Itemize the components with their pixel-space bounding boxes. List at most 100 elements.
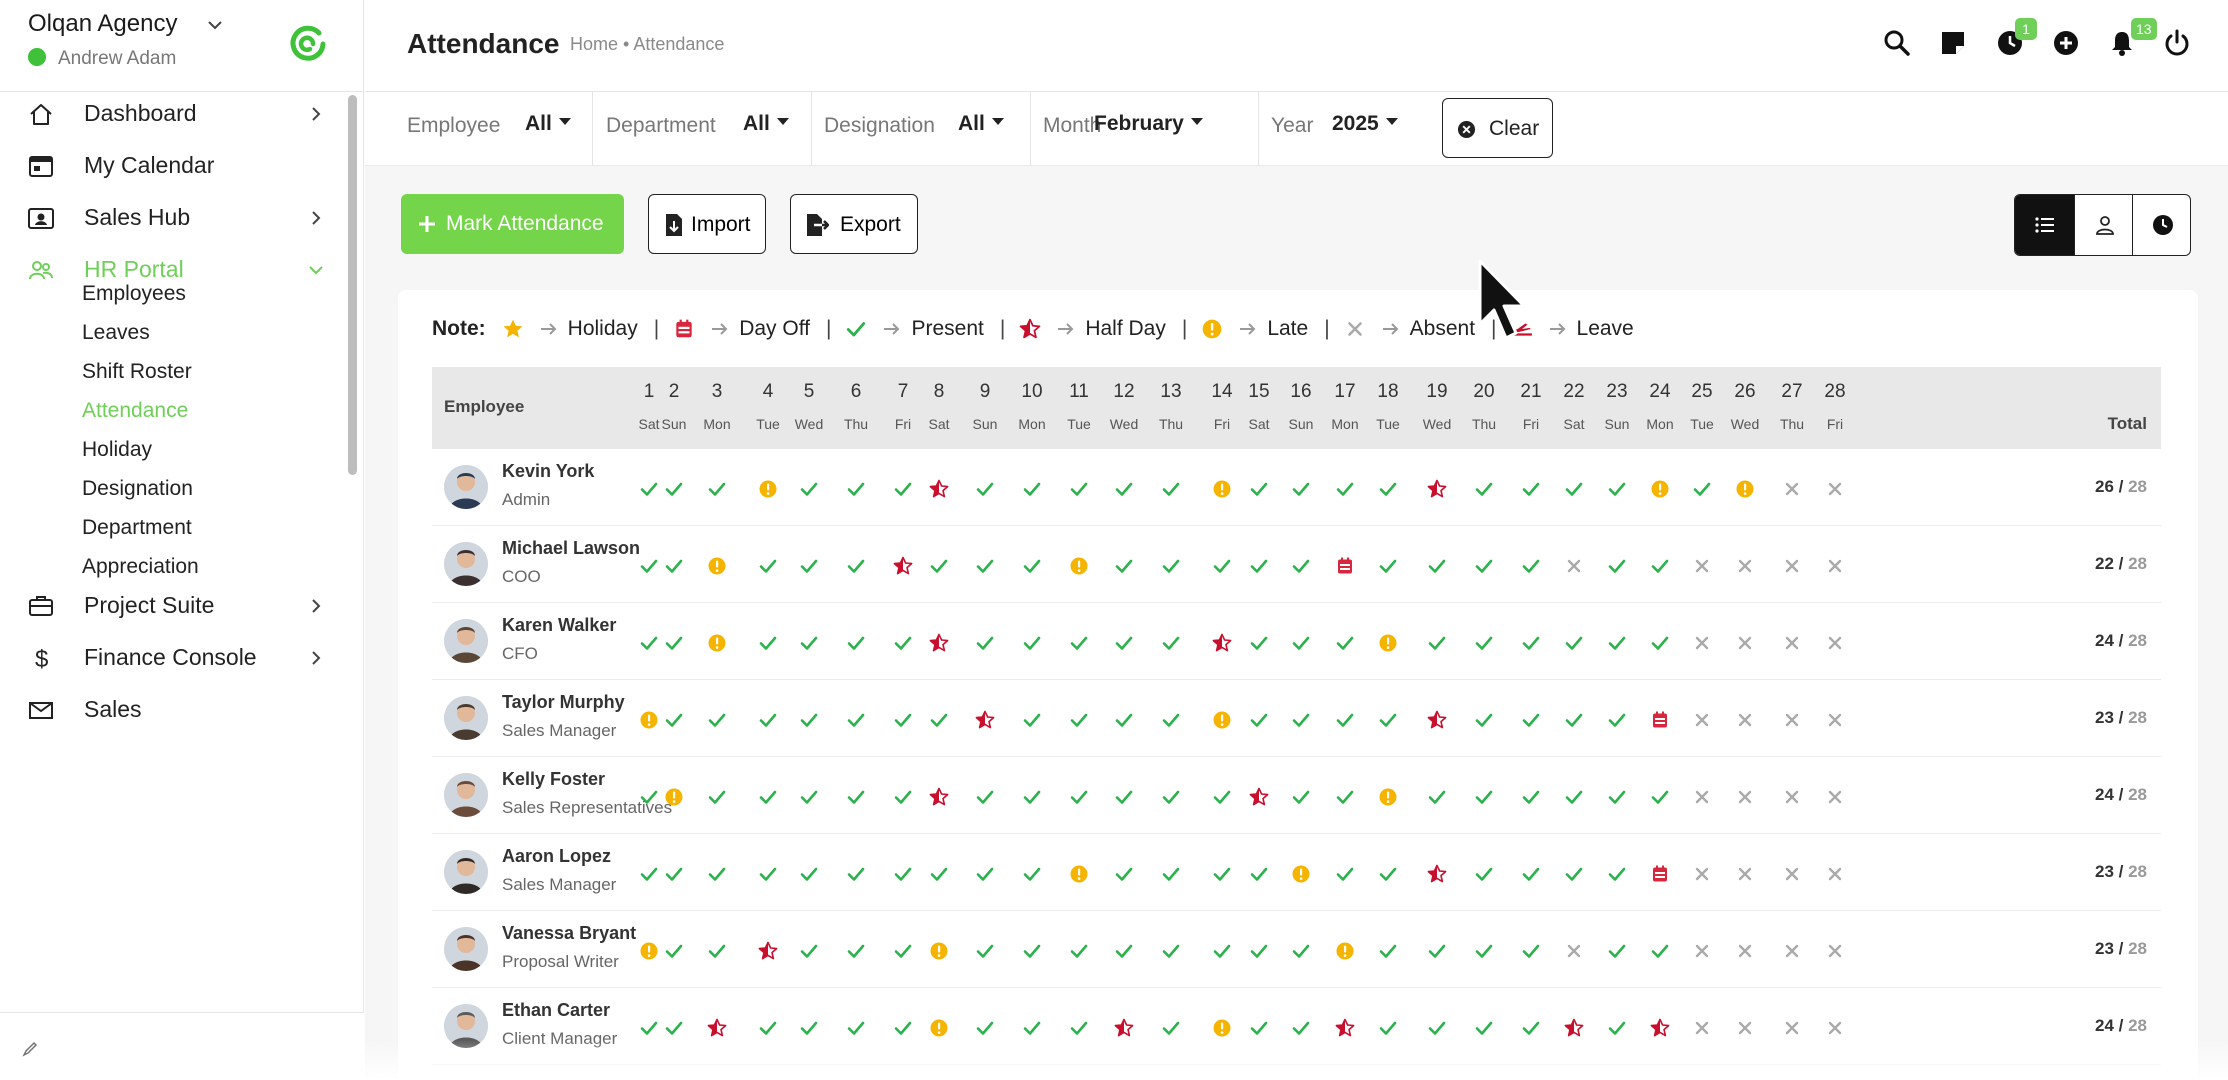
attendance-cell-present[interactable]: [1012, 554, 1052, 576]
attendance-cell-absent[interactable]: [1725, 554, 1765, 576]
attendance-cell-present[interactable]: [1511, 785, 1551, 807]
attendance-cell-present[interactable]: [1151, 477, 1191, 499]
attendance-cell-present[interactable]: [789, 554, 829, 576]
attendance-cell-present[interactable]: [1239, 631, 1279, 653]
attendance-cell-half-day[interactable]: [1417, 708, 1457, 730]
avatar[interactable]: [444, 542, 488, 586]
attendance-cell-absent[interactable]: [1772, 708, 1812, 730]
attendance-cell-half-day[interactable]: [919, 631, 959, 653]
attendance-cell-present[interactable]: [836, 785, 876, 807]
attendance-cell-half-day[interactable]: [697, 1016, 737, 1038]
attendance-cell-present[interactable]: [1059, 477, 1099, 499]
attendance-cell-absent[interactable]: [1682, 785, 1722, 807]
attendance-cell-present[interactable]: [1640, 554, 1680, 576]
designation-filter-value[interactable]: All: [958, 112, 1004, 136]
attendance-cell-absent[interactable]: [1725, 939, 1765, 961]
attendance-cell-present[interactable]: [1325, 631, 1365, 653]
attendance-cell-half-day[interactable]: [965, 708, 1005, 730]
attendance-cell-present[interactable]: [1325, 862, 1365, 884]
avatar[interactable]: [444, 465, 488, 509]
attendance-cell-present[interactable]: [965, 785, 1005, 807]
attendance-cell-present[interactable]: [1239, 708, 1279, 730]
attendance-cell-present[interactable]: [1464, 862, 1504, 884]
attendance-cell-late[interactable]: [1281, 862, 1321, 884]
attendance-cell-present[interactable]: [965, 1016, 1005, 1038]
attendance-cell-present[interactable]: [748, 862, 788, 884]
attendance-cell-present[interactable]: [654, 554, 694, 576]
attendance-cell-absent[interactable]: [1554, 554, 1594, 576]
sidebar-item-project-suite[interactable]: Project Suite: [0, 576, 340, 636]
attendance-cell-present[interactable]: [836, 708, 876, 730]
sidebar-item-sales-hub[interactable]: Sales Hub: [0, 188, 340, 248]
table-row[interactable]: Vanessa Bryant Proposal Writer 23 / 28: [432, 911, 2161, 988]
attendance-cell-present[interactable]: [1464, 631, 1504, 653]
pencil-icon[interactable]: [22, 1041, 38, 1057]
attendance-cell-late[interactable]: [1202, 1016, 1242, 1038]
attendance-cell-present[interactable]: [1104, 708, 1144, 730]
attendance-cell-half-day[interactable]: [1325, 1016, 1365, 1038]
attendance-cell-present[interactable]: [1597, 1016, 1637, 1038]
attendance-cell-present[interactable]: [748, 554, 788, 576]
attendance-cell-present[interactable]: [1368, 477, 1408, 499]
attendance-cell-present[interactable]: [1640, 939, 1680, 961]
attendance-cell-absent[interactable]: [1682, 708, 1722, 730]
sticky-note-icon[interactable]: [1938, 28, 1968, 58]
attendance-cell-present[interactable]: [654, 477, 694, 499]
attendance-cell-present[interactable]: [1368, 708, 1408, 730]
attendance-cell-present[interactable]: [1012, 708, 1052, 730]
attendance-cell-half-day[interactable]: [1554, 1016, 1594, 1038]
attendance-cell-absent[interactable]: [1682, 554, 1722, 576]
attendance-cell-absent[interactable]: [1725, 862, 1765, 884]
attendance-cell-day-off[interactable]: [1640, 708, 1680, 730]
attendance-cell-present[interactable]: [1239, 477, 1279, 499]
attendance-cell-present[interactable]: [1151, 708, 1191, 730]
attendance-cell-present[interactable]: [836, 631, 876, 653]
year-filter[interactable]: Year 2025: [1259, 92, 1427, 166]
sidebar-subitem-department[interactable]: Department: [82, 516, 192, 546]
employee-name[interactable]: Vanessa Bryant: [502, 923, 636, 944]
sidebar-subitem-shift-roster[interactable]: Shift Roster: [82, 360, 192, 390]
attendance-cell-present[interactable]: [883, 631, 923, 653]
attendance-cell-present[interactable]: [1104, 554, 1144, 576]
table-row[interactable]: Karen Walker CFO 24 / 28: [432, 603, 2161, 680]
attendance-cell-present[interactable]: [1239, 862, 1279, 884]
attendance-cell-present[interactable]: [1104, 862, 1144, 884]
attendance-cell-late[interactable]: [1368, 785, 1408, 807]
attendance-cell-present[interactable]: [789, 631, 829, 653]
avatar[interactable]: [444, 927, 488, 971]
employee-filter-value[interactable]: All: [525, 112, 571, 136]
attendance-cell-present[interactable]: [1239, 939, 1279, 961]
attendance-cell-late[interactable]: [697, 631, 737, 653]
attendance-cell-present[interactable]: [1104, 631, 1144, 653]
attendance-cell-present[interactable]: [1597, 708, 1637, 730]
attendance-cell-present[interactable]: [1597, 862, 1637, 884]
attendance-cell-present[interactable]: [836, 862, 876, 884]
attendance-cell-absent[interactable]: [1772, 631, 1812, 653]
sidebar-subitem-attendance[interactable]: Attendance: [82, 399, 188, 429]
attendance-cell-late[interactable]: [1725, 477, 1765, 499]
attendance-cell-present[interactable]: [1554, 631, 1594, 653]
attendance-cell-present[interactable]: [1464, 1016, 1504, 1038]
attendance-cell-present[interactable]: [1597, 554, 1637, 576]
attendance-cell-late[interactable]: [1059, 554, 1099, 576]
attendance-cell-late[interactable]: [1059, 862, 1099, 884]
attendance-cell-present[interactable]: [789, 477, 829, 499]
attendance-cell-absent[interactable]: [1815, 1016, 1855, 1038]
attendance-cell-present[interactable]: [1597, 631, 1637, 653]
attendance-cell-absent[interactable]: [1815, 785, 1855, 807]
breadcrumb[interactable]: Home • Attendance: [570, 34, 724, 55]
attendance-cell-present[interactable]: [1012, 785, 1052, 807]
attendance-cell-half-day[interactable]: [1640, 1016, 1680, 1038]
table-row[interactable]: Kelly Foster Sales Representatives 24 / 28: [432, 757, 2161, 834]
attendance-cell-present[interactable]: [883, 708, 923, 730]
attendance-cell-present[interactable]: [1597, 477, 1637, 499]
sidebar-subitem-holiday[interactable]: Holiday: [82, 438, 152, 468]
attendance-cell-present[interactable]: [1597, 785, 1637, 807]
attendance-cell-present[interactable]: [1104, 477, 1144, 499]
employee-name[interactable]: Kevin York: [502, 461, 594, 482]
chevron-down-icon[interactable]: [204, 14, 226, 36]
attendance-cell-present[interactable]: [1104, 785, 1144, 807]
attendance-cell-present[interactable]: [1554, 708, 1594, 730]
avatar[interactable]: [444, 696, 488, 740]
attendance-cell-present[interactable]: [919, 862, 959, 884]
